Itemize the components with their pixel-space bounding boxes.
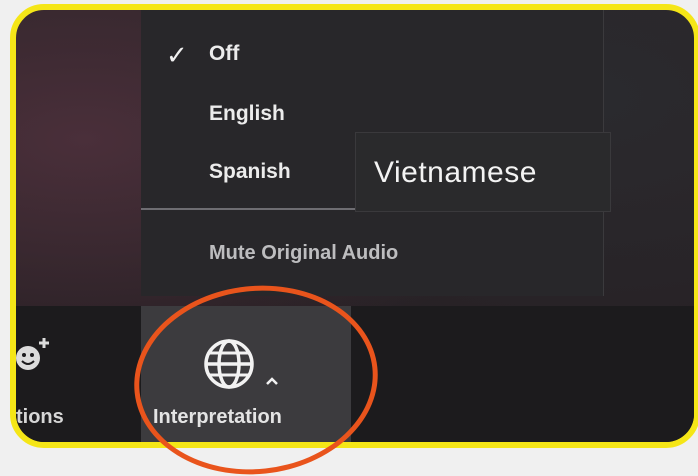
screenshot-stage: ✓ Off English Spanish Mute Original Audi… (0, 0, 698, 476)
meeting-toolbar: tions Interpretation (16, 306, 694, 442)
menu-item-label: English (209, 102, 285, 125)
globe-icon (204, 339, 254, 389)
chevron-up-icon[interactable] (265, 376, 279, 386)
reactions-icon (16, 336, 49, 370)
reactions-label: tions (16, 406, 64, 428)
language-tooltip: Vietnamese (355, 132, 611, 212)
highlight-frame: ✓ Off English Spanish Mute Original Audi… (10, 4, 698, 448)
mute-original-audio-item[interactable]: Mute Original Audio (209, 242, 398, 265)
menu-item-label: Spanish (209, 160, 291, 183)
checkmark-icon: ✓ (166, 40, 188, 70)
interpretation-label: Interpretation (153, 406, 282, 428)
menu-divider (141, 208, 356, 210)
menu-item-label: Off (209, 42, 240, 65)
interpretation-button[interactable]: Interpretation (141, 306, 351, 442)
reactions-button[interactable]: tions (16, 306, 128, 442)
